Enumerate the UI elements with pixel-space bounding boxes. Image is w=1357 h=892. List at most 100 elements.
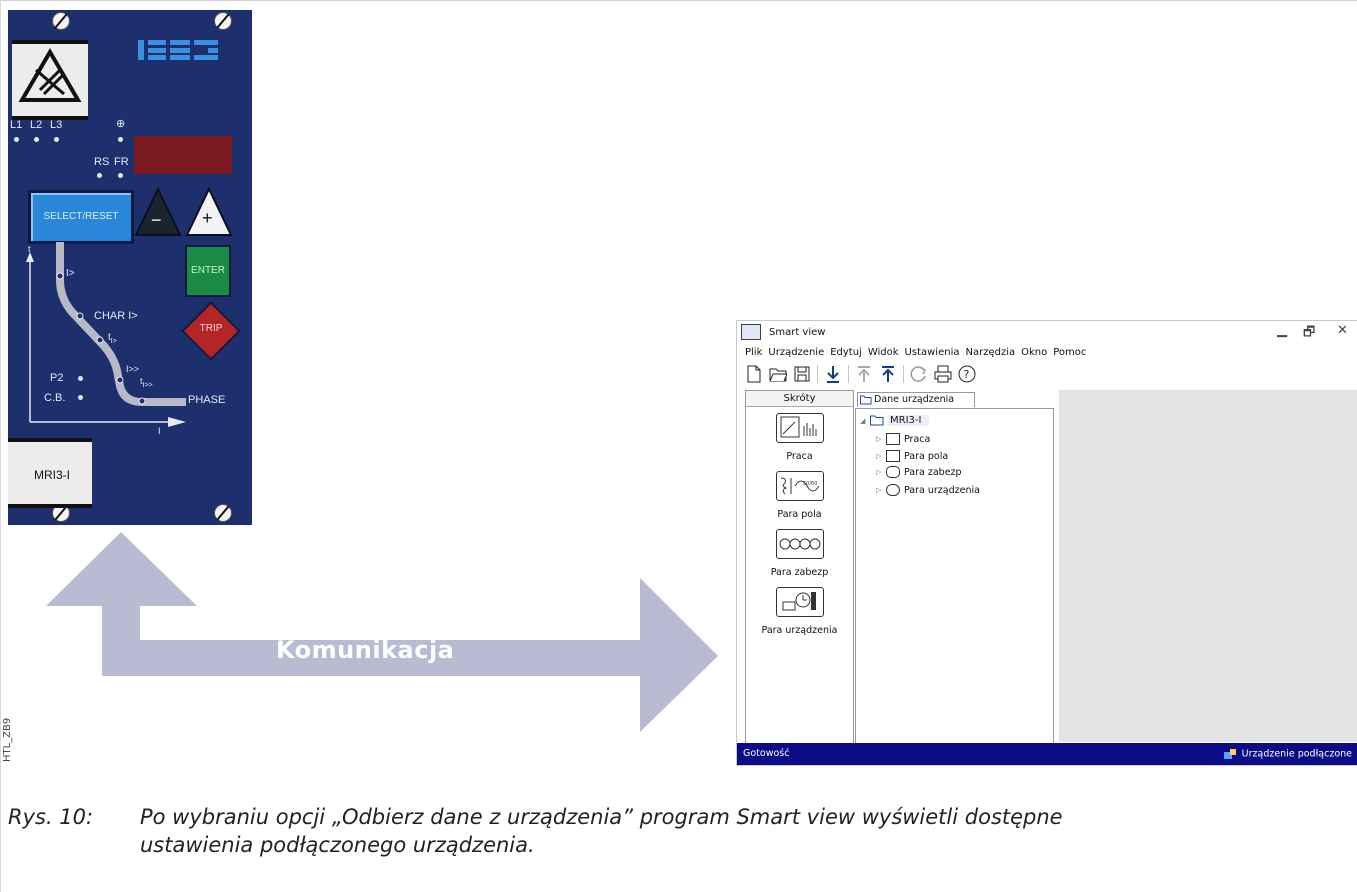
save-icon[interactable] [793, 365, 811, 383]
curve-label-t-ii: tI>> [140, 376, 153, 389]
workspace-area [1059, 390, 1357, 742]
open-folder-icon[interactable] [769, 365, 787, 383]
connection-status: Urządzenie podłączone [1223, 748, 1352, 760]
refresh-icon[interactable] [910, 365, 928, 383]
field-parameters-icon [886, 450, 900, 462]
toolbar: ? [745, 363, 976, 385]
model-plate: MRI3-I [8, 438, 92, 508]
svg-text:50/60: 50/60 [803, 481, 817, 487]
caption-line-1: Po wybraniu opcji „Odbierz dane z urządz… [140, 805, 1063, 829]
menu-edytuj[interactable]: Edytuj [830, 347, 862, 358]
curve-label-t-i: tI> [108, 332, 117, 345]
status-text: Gotowość [743, 748, 790, 759]
screw-icon [214, 504, 232, 522]
close-button[interactable]: ✕ [1337, 323, 1348, 338]
menu-narzedzia[interactable]: Narzędzia [965, 347, 1015, 358]
tree-root[interactable]: ◢ MRI3-I [860, 415, 930, 426]
tab-label: Dane urządzenia [874, 394, 955, 405]
menu-widok[interactable]: Widok [868, 347, 899, 358]
folder-icon [860, 395, 872, 405]
tree-item-label: Para zabezp [904, 466, 962, 478]
p2-label: P2 [50, 372, 64, 384]
device-parameters-icon [775, 587, 824, 617]
left-border-line [0, 0, 1, 892]
tree-item-para-pola[interactable]: ▷ Para pola [876, 450, 948, 462]
folder-icon [870, 415, 884, 426]
shortcut-label: Para zabezp [770, 567, 829, 578]
collapsed-arrow-icon: ▷ [876, 452, 882, 460]
toolbar-separator [848, 365, 849, 383]
shortcut-label: Para pola [777, 509, 822, 520]
download-icon[interactable] [824, 365, 842, 383]
menu-bar: Plik Urządzenie Edytuj Widok Ustawienia … [745, 347, 1092, 358]
shortcuts-header: Skróty [746, 391, 853, 407]
shortcut-para-pola[interactable]: 50/60 Para pola [746, 471, 853, 520]
led-indicator [78, 376, 83, 381]
tree-item-para-zabezp[interactable]: ▷ Para zabezp [876, 466, 962, 478]
operation-icon [886, 433, 900, 445]
menu-okno[interactable]: Okno [1021, 347, 1047, 358]
protection-parameters-icon [775, 529, 824, 559]
caption-line-2: ustawienia podłączonego urządzenia. [140, 833, 535, 857]
shortcut-praca[interactable]: Praca [746, 413, 853, 462]
toolbar-separator [903, 365, 904, 383]
protection-parameters-icon [886, 466, 900, 478]
upload-disabled-icon[interactable] [855, 365, 873, 383]
device-front-panel: L1 L2 L3 ⊕ RS FR SELECT/RESET − + ENTER … [8, 10, 252, 525]
toolbar-separator [817, 365, 818, 383]
figure-number: Rys. 10: [8, 805, 94, 829]
axis-t-label: t [28, 244, 31, 254]
communication-label: Komunikacja [276, 636, 455, 664]
minimize-button[interactable]: ▁ [1277, 323, 1287, 338]
status-bar: Gotowość Urządzenie podłączone [737, 743, 1357, 765]
window-title: Smart view [769, 327, 826, 338]
led-indicator [78, 395, 83, 400]
menu-plik[interactable]: Plik [745, 347, 762, 358]
top-border-line [0, 0, 1357, 1]
shortcut-para-zabezp[interactable]: Para zabezp [746, 529, 853, 578]
trip-characteristic-diagram [26, 242, 186, 427]
field-parameters-icon: 50/60 [775, 471, 824, 501]
collapsed-arrow-icon: ▷ [876, 435, 882, 443]
smart-view-app-icon [741, 324, 761, 340]
tab-dane-urzadzenia[interactable]: Dane urządzenia [857, 392, 975, 407]
menu-pomoc[interactable]: Pomoc [1053, 347, 1086, 358]
title-bar: Smart view ▁ 🗗 ✕ [737, 321, 1357, 343]
device-parameters-icon [886, 484, 900, 496]
tree-item-para-urzadzenia[interactable]: ▷ Para urządzenia [876, 484, 980, 496]
print-icon[interactable] [934, 365, 952, 383]
cb-label: C.B. [44, 392, 66, 404]
tree-item-label: Para urządzenia [904, 484, 980, 496]
collapsed-arrow-icon: ▷ [876, 486, 882, 494]
curve-label-i-gt: I> [66, 268, 75, 279]
figure-caption: Rys. 10: Po wybraniu opcji „Odbierz dane … [8, 803, 1063, 859]
figure-code: HTL_ZB9 [2, 717, 13, 762]
new-file-icon[interactable] [745, 365, 763, 383]
upload-icon[interactable] [879, 365, 897, 383]
svg-text:?: ? [964, 368, 970, 381]
tree-root-label: MRI3-I [888, 415, 930, 426]
curve-label-char: CHAR I> [94, 310, 138, 322]
smart-view-window: Smart view ▁ 🗗 ✕ Plik Urządzenie Edytuj … [736, 320, 1357, 766]
device-connected-icon [1223, 749, 1236, 759]
phase-label: PHASE [188, 394, 226, 406]
device-tree: ◢ MRI3-I ▷ Praca ▷ Para pola ▷ Para zabe… [855, 408, 1054, 744]
model-name: MRI3-I [34, 468, 70, 482]
connection-status-label: Urządzenie podłączone [1241, 748, 1352, 760]
menu-urzadzenie[interactable]: Urządzenie [768, 347, 824, 358]
shortcut-label: Praca [786, 451, 813, 462]
collapsed-arrow-icon: ▷ [876, 468, 882, 476]
axis-i-label: I [158, 426, 161, 436]
tree-item-label: Para pola [904, 450, 949, 462]
tree-item-praca[interactable]: ▷ Praca [876, 433, 930, 445]
curve-label-i-ggt: I>> [126, 364, 140, 374]
tree-item-label: Praca [904, 433, 931, 445]
restore-button[interactable]: 🗗 [1303, 323, 1315, 345]
shortcut-para-urzadzenia[interactable]: Para urządzenia [746, 587, 853, 636]
menu-ustawienia[interactable]: Ustawienia [905, 347, 960, 358]
shortcut-label: Para urządzenia [761, 625, 838, 636]
help-icon[interactable]: ? [958, 365, 976, 383]
operation-icon [775, 413, 824, 443]
expanded-arrow-icon: ◢ [860, 416, 866, 425]
shortcuts-panel: Skróty Praca 50/60 Para pola Para zabezp… [745, 390, 854, 744]
